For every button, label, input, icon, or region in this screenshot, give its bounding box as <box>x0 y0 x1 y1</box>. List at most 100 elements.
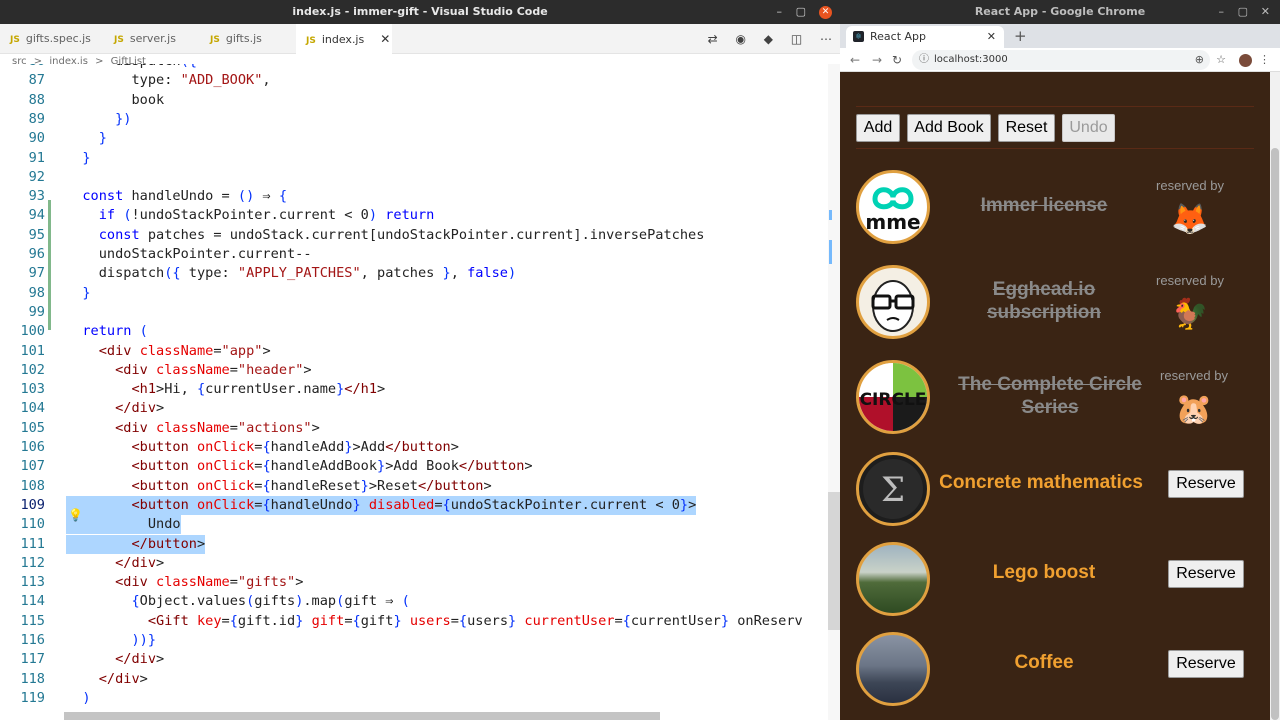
bookmark-star-icon[interactable]: ☆ <box>1216 48 1226 72</box>
editor-scrollbar[interactable] <box>828 64 840 720</box>
more-actions-icon[interactable]: ⋯ <box>820 32 832 46</box>
browser-tab[interactable]: ⚛ React App ✕ <box>846 26 1004 48</box>
tab-label: gifts.js <box>225 32 262 45</box>
horizontal-scrollbar[interactable] <box>64 712 660 720</box>
code-text: <button onClick={handleReset}>Reset</but… <box>131 477 492 494</box>
code-line[interactable]: 111 </button> <box>0 534 828 554</box>
code-editor[interactable]: 86 dispatch({87 type: "ADD_BOOK",88 book… <box>0 64 828 720</box>
close-window-icon[interactable]: ✕ <box>1261 0 1270 24</box>
code-text: </div> <box>115 400 165 417</box>
editor-actions: ⇄ ◉ ◆ ◫ ⋯ <box>694 24 832 54</box>
preview-icon[interactable]: ◉ <box>735 32 745 46</box>
js-file-icon: JS <box>10 35 20 45</box>
minimize-icon[interactable]: – <box>777 0 783 24</box>
code-line[interactable]: 116 ))} <box>0 631 828 650</box>
svg-text:Σ: Σ <box>881 470 905 510</box>
reserve-button[interactable]: Reserve <box>1168 650 1244 678</box>
code-line[interactable]: 90 } <box>0 129 828 148</box>
reload-icon[interactable]: ↻ <box>892 48 902 72</box>
tab-server[interactable]: JS server.js <box>104 24 196 54</box>
code-line[interactable]: 91 } <box>0 149 828 168</box>
code-line[interactable]: 110 Undo <box>0 515 828 535</box>
code-line[interactable]: 119 ) <box>0 689 828 708</box>
code-line[interactable]: 104 </div> <box>0 399 828 418</box>
lightbulb-icon[interactable]: 💡 <box>68 508 83 522</box>
maximize-icon[interactable]: ▢ <box>1238 0 1248 24</box>
gift-item: Lego boost Reserve <box>856 538 1254 618</box>
line-number: 119 <box>20 689 45 706</box>
js-file-icon: JS <box>114 35 124 45</box>
close-window-icon[interactable]: ✕ <box>819 6 832 19</box>
page-scrollbar[interactable] <box>1270 72 1280 720</box>
close-tab-icon[interactable]: ✕ <box>380 32 390 46</box>
tab-gifts[interactable]: JS gifts.js <box>200 24 294 54</box>
profile-avatar[interactable] <box>1239 54 1252 67</box>
reset-button[interactable]: Reset <box>998 114 1055 142</box>
git-icon[interactable]: ◆ <box>764 32 773 46</box>
back-icon[interactable]: ← <box>850 48 860 72</box>
code-line[interactable]: 93 const handleUndo = () ⇒ { <box>0 187 828 206</box>
code-line[interactable]: 118 </div> <box>0 670 828 689</box>
tab-index[interactable]: JS index.js ✕ <box>296 24 392 54</box>
code-line[interactable]: 105 <div className="actions"> <box>0 419 828 438</box>
reserve-button[interactable]: Reserve <box>1168 560 1244 588</box>
tab-gifts-spec[interactable]: JS gifts.spec.js <box>0 24 100 54</box>
code-line[interactable]: 92 <box>0 168 828 187</box>
menu-icon[interactable]: ⋮ <box>1259 48 1270 72</box>
code-line[interactable]: 94 if (!undoStackPointer.current < 0) re… <box>0 206 828 225</box>
split-editor-icon[interactable]: ◫ <box>791 32 802 46</box>
code-line[interactable]: 117 </div> <box>0 650 828 669</box>
code-line[interactable]: 114 {Object.values(gifts).map(gift ⇒ ( <box>0 592 828 611</box>
code-line[interactable]: 108 <button onClick={handleReset}>Reset<… <box>0 477 828 496</box>
chicken-icon: 🐓 <box>1171 297 1209 332</box>
add-button[interactable]: Add <box>856 114 900 142</box>
code-line[interactable]: 107 <button onClick={handleAddBook}>Add … <box>0 457 828 476</box>
code-line[interactable]: 101 <div className="app"> <box>0 342 828 361</box>
code-line[interactable]: 88 book <box>0 91 828 110</box>
line-number: 99 <box>28 303 45 320</box>
code-line[interactable]: 86 dispatch({ <box>0 64 828 71</box>
address-bar[interactable]: ⓘ localhost:3000 <box>912 50 1210 70</box>
zoom-icon[interactable]: ⊕ <box>1195 48 1204 72</box>
code-line[interactable]: 96 undoStackPointer.current-- <box>0 245 828 264</box>
code-line[interactable]: 87 type: "ADD_BOOK", <box>0 71 828 90</box>
maximize-icon[interactable]: ▢ <box>796 0 806 24</box>
code-line[interactable]: 109 <button onClick={handleUndo} disable… <box>0 495 828 516</box>
code-line[interactable]: 115 <Gift key={gift.id} gift={gift} user… <box>0 612 828 631</box>
add-book-button[interactable]: Add Book <box>907 114 991 142</box>
minimize-icon[interactable]: – <box>1219 0 1225 24</box>
page-scroll-thumb[interactable] <box>1271 148 1279 720</box>
code-line[interactable]: 112 </div> <box>0 554 828 573</box>
open-changes-icon[interactable]: ⇄ <box>708 32 718 46</box>
code-line[interactable]: 100 return ( <box>0 322 828 341</box>
code-text: {Object.values(gifts).map(gift ⇒ ( <box>131 593 410 610</box>
line-number: 110 <box>20 516 45 533</box>
chrome-window: React App - Google Chrome – ▢ ✕ ⚛ React … <box>840 0 1280 720</box>
gift-title: Egghead.io subscription <box>986 279 1101 323</box>
line-number: 101 <box>20 342 45 359</box>
new-tab-icon[interactable]: + <box>1014 24 1027 48</box>
code-line[interactable]: 99 <box>0 303 828 322</box>
code-text: undoStackPointer.current-- <box>66 246 312 262</box>
gift-title: Concrete mathematics <box>939 472 1143 493</box>
code-line[interactable]: 89 }) <box>0 110 828 129</box>
gift-item: Egghead.io subscription reserved by 🐓 <box>856 261 1254 341</box>
code-line[interactable]: 95 const patches = undoStack.current[und… <box>0 226 828 245</box>
code-line[interactable]: 113 <div className="gifts"> <box>0 573 828 592</box>
code-line[interactable]: 98 } <box>0 284 828 303</box>
code-text: </button> <box>66 534 206 554</box>
scroll-thumb[interactable] <box>828 492 840 630</box>
reserve-button[interactable]: Reserve <box>1168 470 1244 498</box>
line-number: 104 <box>20 400 45 417</box>
divider <box>856 106 1254 107</box>
code-line[interactable]: 106 <button onClick={handleAdd}>Add</but… <box>0 438 828 457</box>
js-file-icon: JS <box>306 36 316 46</box>
site-info-icon[interactable]: ⓘ <box>919 50 929 70</box>
forward-icon[interactable]: → <box>872 48 882 72</box>
code-line[interactable]: 103 <h1>Hi, {currentUser.name}</h1> <box>0 380 828 399</box>
close-tab-icon[interactable]: ✕ <box>987 26 996 48</box>
code-line[interactable]: 97 dispatch({ type: "APPLY_PATCHES", pat… <box>0 264 828 283</box>
code-line[interactable]: 102 <div className="header"> <box>0 361 828 380</box>
